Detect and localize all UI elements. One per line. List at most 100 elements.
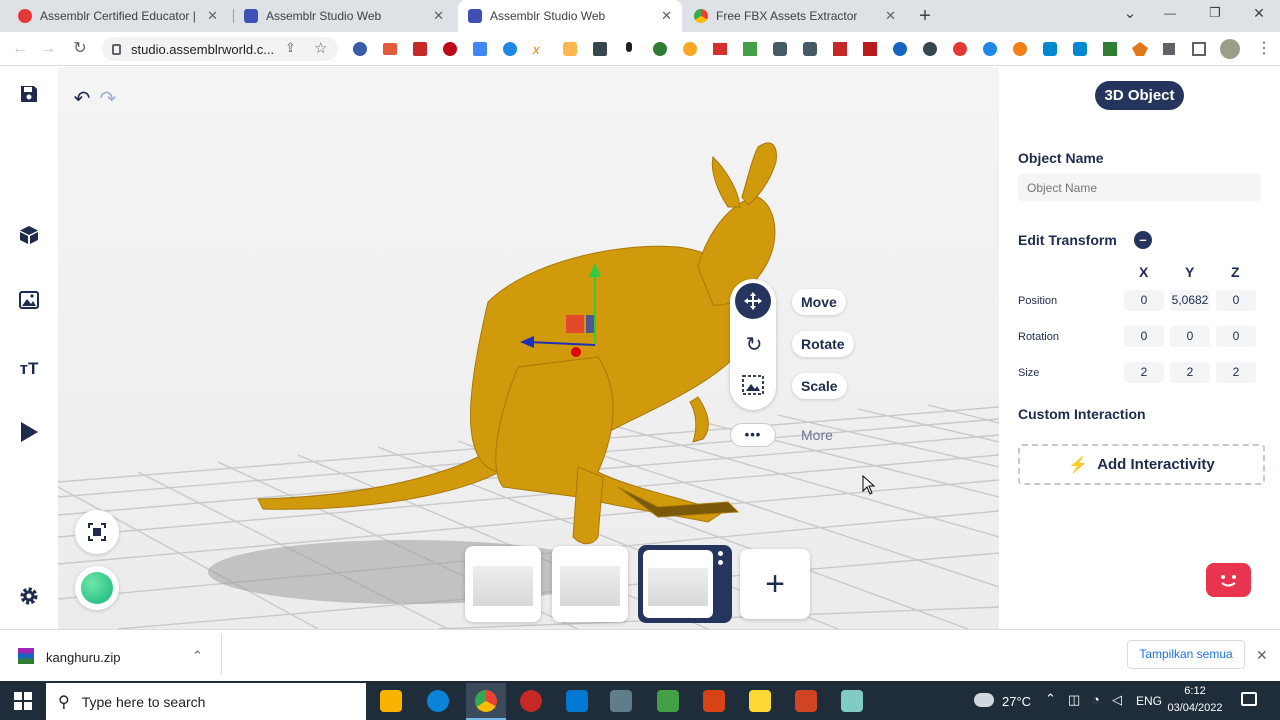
more-label[interactable]: More	[792, 422, 842, 448]
rotation-x-input[interactable]: 0	[1124, 326, 1164, 347]
position-y-input[interactable]: 5,0682	[1170, 290, 1210, 311]
share-icon[interactable]: ⇪	[285, 40, 296, 56]
move-label[interactable]: Move	[792, 289, 846, 315]
close-window-button[interactable]: ✕	[1249, 5, 1269, 25]
back-arrow-icon[interactable]: ←	[10, 39, 30, 59]
opera-icon[interactable]	[520, 690, 542, 712]
axis-header-y: Y	[1185, 264, 1195, 280]
bookmark-star-icon[interactable]: ☆	[314, 39, 327, 57]
media-player-icon[interactable]	[610, 690, 632, 712]
add-interactivity-label: Add Interactivity	[1097, 456, 1215, 473]
network-icon[interactable]: ◫	[1068, 692, 1080, 708]
image-icon[interactable]	[16, 290, 42, 316]
tab-title: Assemblr Certified Educator |	[40, 9, 196, 23]
screenshot-button[interactable]	[75, 510, 119, 554]
close-tab-icon[interactable]: ✕	[433, 8, 444, 24]
chat-support-button[interactable]	[1206, 563, 1251, 597]
scale-label[interactable]: Scale	[792, 373, 847, 399]
office-icon[interactable]	[703, 690, 725, 712]
scene-thumbnail[interactable]	[552, 546, 628, 622]
undo-icon[interactable]: ↶	[72, 86, 92, 110]
taskbar-chrome-active[interactable]	[466, 683, 506, 720]
address-bar[interactable]: studio.assemblrworld.c...	[102, 37, 338, 61]
extension-icons[interactable]: x	[350, 39, 1210, 59]
size-x-input[interactable]: 2	[1124, 362, 1164, 383]
edge-browser-icon[interactable]	[427, 690, 449, 712]
rotation-y-input[interactable]: 0	[1170, 326, 1210, 347]
weather-temperature[interactable]: 27°C	[1002, 694, 1031, 709]
close-tab-icon[interactable]: ✕	[885, 8, 896, 24]
collapse-transform-icon[interactable]: –	[1134, 231, 1152, 249]
store-icon[interactable]	[566, 690, 588, 712]
notepad-icon[interactable]	[841, 690, 863, 712]
powerpoint-icon[interactable]	[795, 690, 817, 712]
browser-tab[interactable]: Free FBX Assets Extractor ✕	[684, 0, 906, 32]
taskbar-search-placeholder: Type here to search	[81, 693, 206, 710]
notifications-icon[interactable]	[1241, 692, 1257, 706]
forward-arrow-icon[interactable]: →	[38, 39, 58, 59]
position-z-input[interactable]: 0	[1216, 290, 1256, 311]
language-indicator[interactable]: ENG	[1136, 694, 1162, 708]
move-arrows-icon	[744, 292, 762, 310]
restore-button[interactable]: ❐	[1205, 5, 1225, 25]
thumbnail-menu-icon[interactable]	[718, 551, 723, 556]
move-tool-button[interactable]	[735, 283, 771, 319]
chevron-up-icon[interactable]: ⌃	[192, 648, 203, 664]
minimize-button[interactable]: —	[1160, 6, 1180, 26]
file-explorer-icon[interactable]	[380, 690, 402, 712]
tray-chevron-icon[interactable]: ⌃	[1045, 691, 1056, 707]
show-all-downloads-button[interactable]: Tampilkan semua	[1127, 640, 1245, 669]
chat-app-icon[interactable]	[657, 690, 679, 712]
clock-time[interactable]: 6:12	[1170, 685, 1220, 697]
add-interactivity-button[interactable]: ⚡ Add Interactivity	[1018, 444, 1265, 485]
text-tool-icon[interactable]: тT	[16, 356, 42, 382]
rotation-z-input[interactable]: 0	[1216, 326, 1256, 347]
thumbnail-preview	[643, 550, 713, 618]
tab-title: Free FBX Assets Extractor	[716, 9, 858, 23]
size-label: Size	[1018, 367, 1040, 379]
rotate-icon[interactable]: ↻	[742, 333, 766, 357]
windows-start-icon[interactable]	[14, 692, 32, 715]
rotation-label: Rotation	[1018, 331, 1059, 343]
close-tab-icon[interactable]: ✕	[207, 8, 218, 24]
close-tab-icon[interactable]: ✕	[661, 8, 672, 24]
scene-thumbnail-active[interactable]	[638, 545, 732, 623]
close-download-bar-icon[interactable]: ✕	[1256, 647, 1268, 664]
3d-viewport[interactable]	[58, 67, 999, 629]
object-name-input[interactable]	[1018, 174, 1261, 201]
kangaroo-model	[257, 142, 777, 545]
3d-object-icon[interactable]	[16, 225, 42, 251]
rotate-label[interactable]: Rotate	[792, 331, 854, 357]
volume-icon[interactable]: ◁	[1112, 692, 1122, 708]
svg-text:x: x	[532, 42, 540, 57]
profile-avatar[interactable]	[1220, 39, 1240, 59]
scene-thumbnail[interactable]	[465, 546, 541, 622]
taskbar-search-box[interactable]: ⚲ Type here to search	[46, 683, 366, 720]
color-picker-button[interactable]	[75, 566, 119, 610]
position-x-input[interactable]: 0	[1124, 290, 1164, 311]
chat-face-icon	[1221, 575, 1236, 587]
kebab-menu-icon[interactable]: ⋮	[1256, 38, 1272, 58]
size-z-input[interactable]: 2	[1216, 362, 1256, 383]
save-icon[interactable]	[16, 84, 42, 110]
reload-icon[interactable]: ↻	[70, 39, 90, 59]
add-scene-button[interactable]: +	[740, 549, 810, 619]
tab-search-button[interactable]: ⌄	[1120, 4, 1140, 26]
edit-transform-label: Edit Transform	[1018, 232, 1117, 248]
scene-canvas[interactable]	[58, 67, 999, 629]
settings-gear-icon[interactable]	[16, 586, 42, 612]
size-y-input[interactable]: 2	[1170, 362, 1210, 383]
browser-tab[interactable]: Assemblr Studio Web ✕	[234, 0, 454, 32]
wifi-icon[interactable]: ◔	[1092, 692, 1100, 707]
clock-date[interactable]: 03/04/2022	[1165, 702, 1225, 714]
redo-icon[interactable]: ↷	[98, 86, 118, 110]
download-divider	[221, 634, 222, 674]
more-options-button[interactable]: •••	[730, 423, 776, 447]
scale-icon[interactable]	[742, 375, 766, 397]
download-file-name[interactable]: kanghuru.zip	[46, 650, 120, 665]
browser-tab[interactable]: Assemblr Certified Educator | ✕	[8, 0, 228, 32]
new-tab-button[interactable]: +	[914, 5, 936, 27]
sticky-notes-icon[interactable]	[749, 690, 771, 712]
play-icon[interactable]	[16, 421, 42, 447]
browser-tab-active[interactable]: Assemblr Studio Web ✕	[458, 0, 682, 32]
